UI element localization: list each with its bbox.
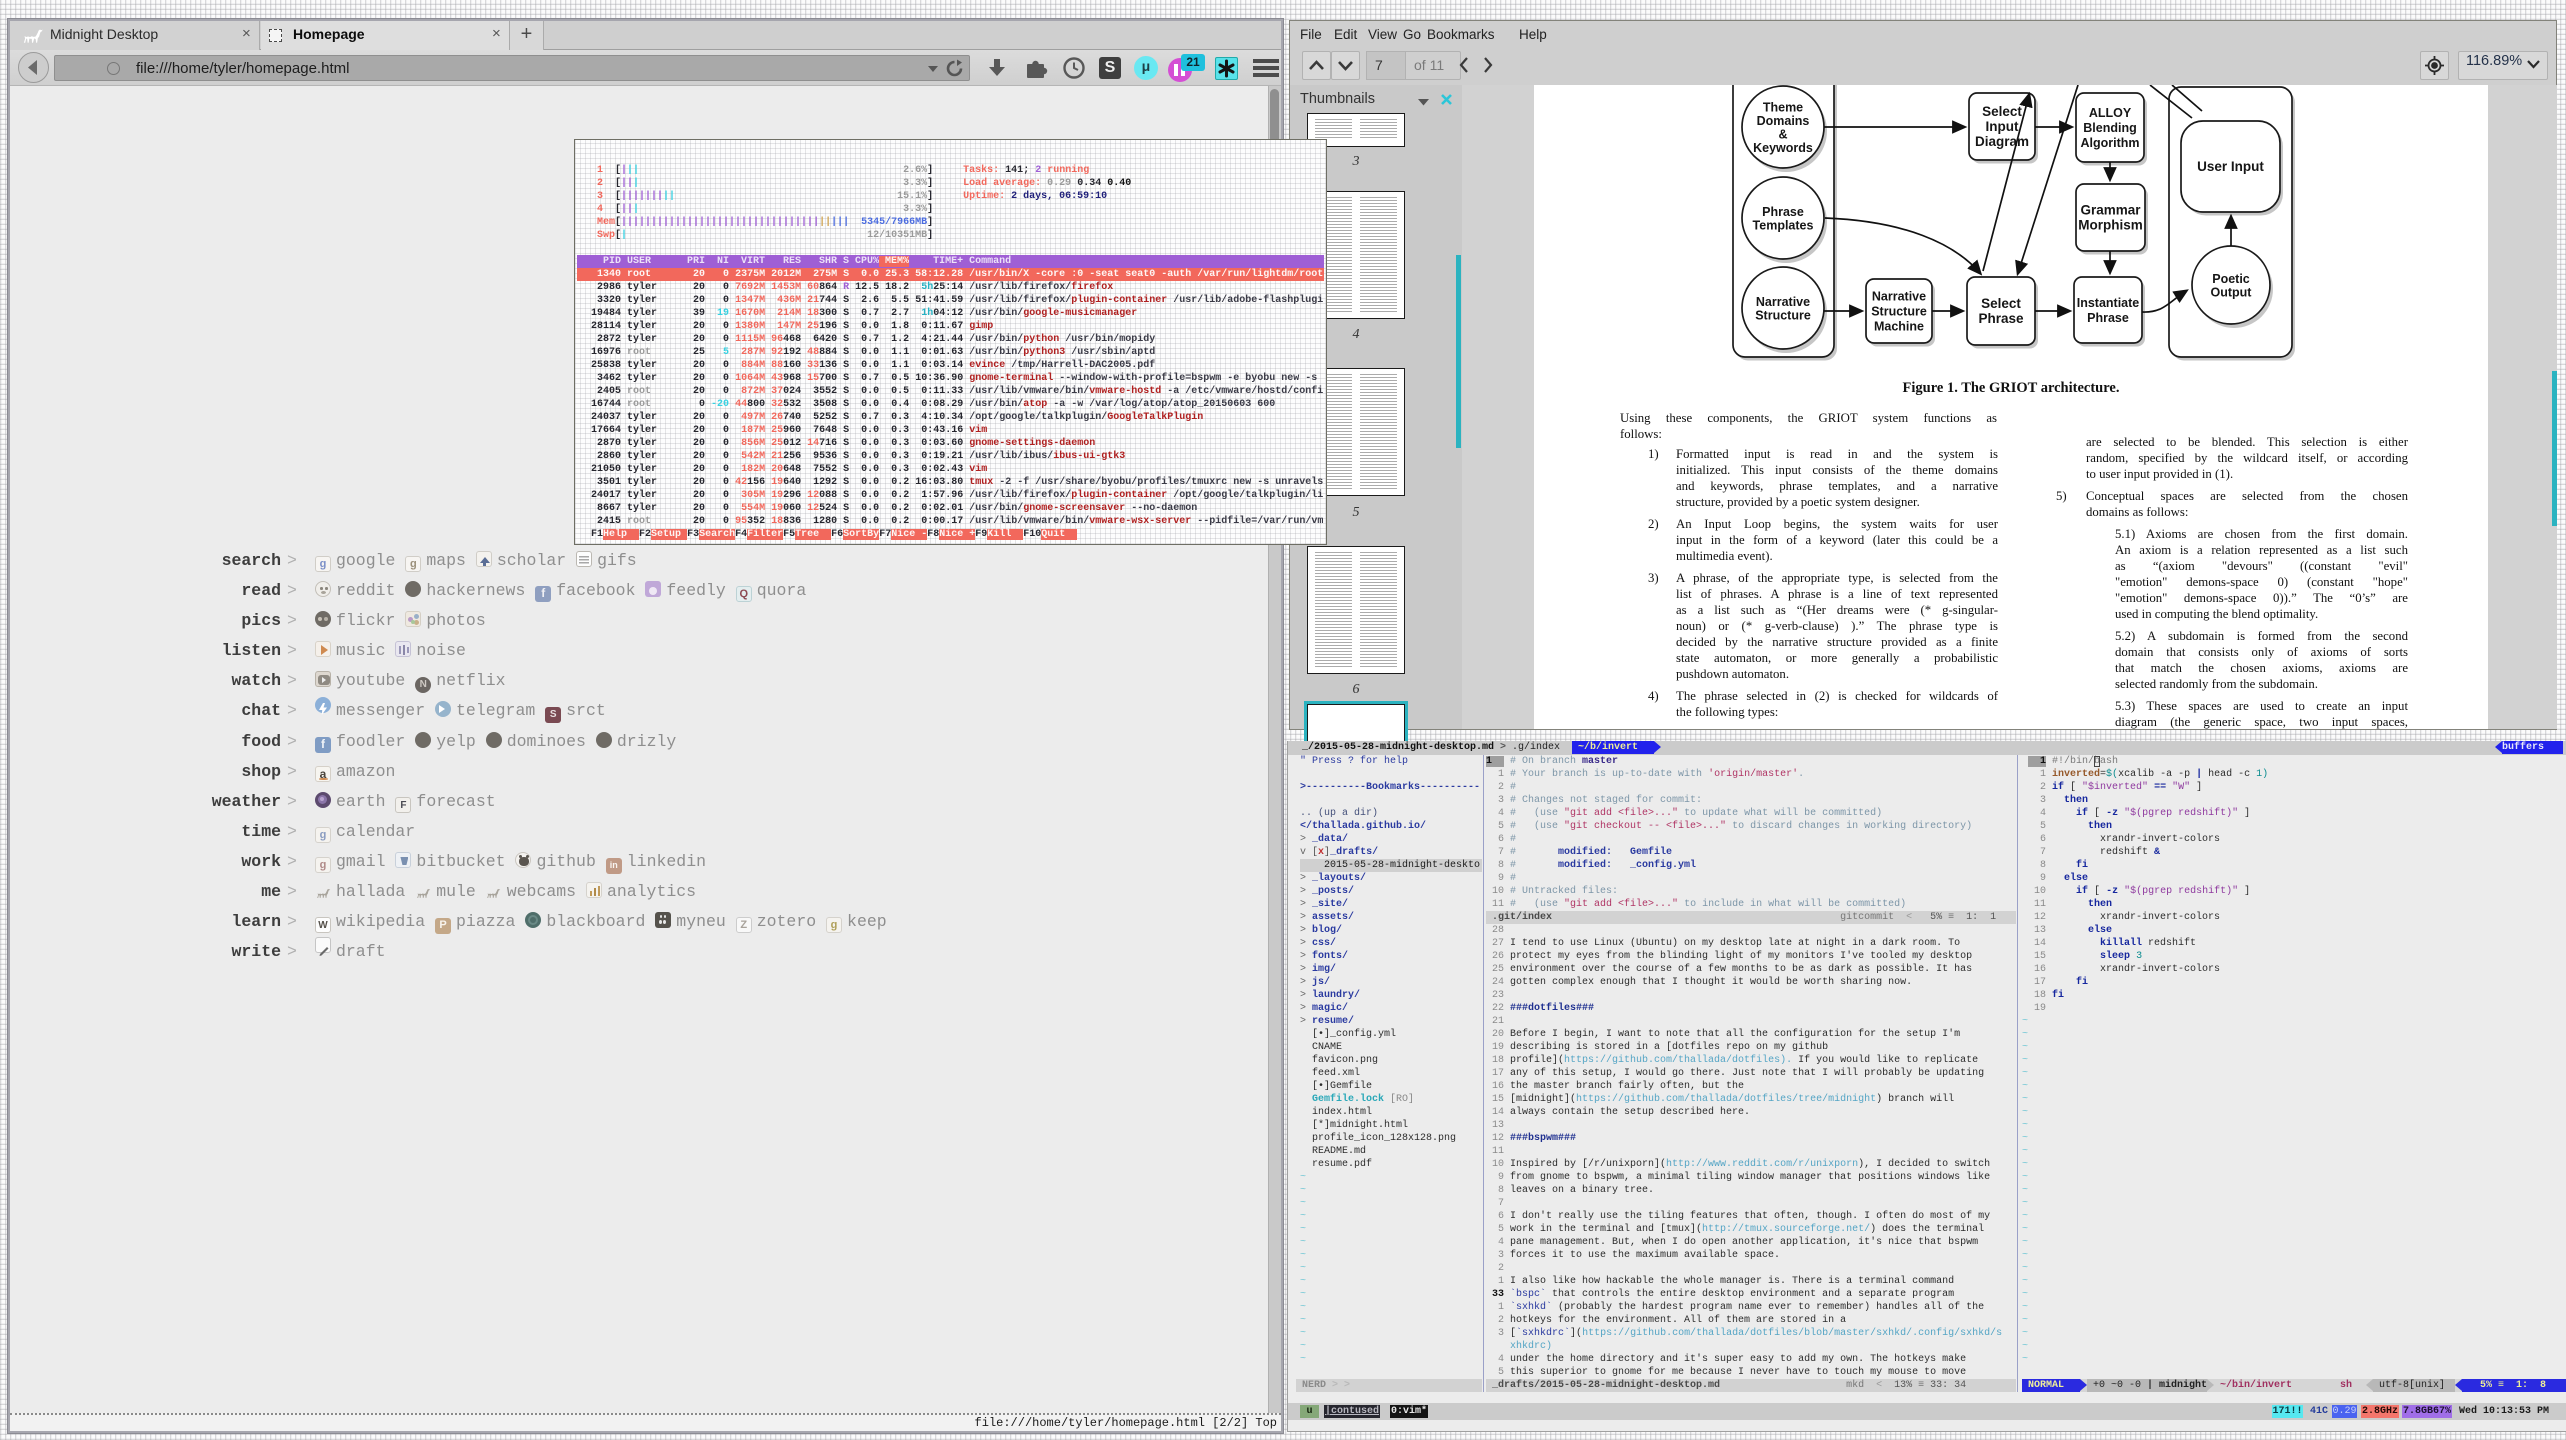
svg-text:Theme: Theme [1763,100,1803,114]
svg-text:User Input: User Input [2197,159,2264,174]
svg-text:Morphism: Morphism [2078,218,2143,233]
svg-text:Instantiate: Instantiate [2077,296,2140,310]
svg-text:Templates: Templates [1753,218,1814,232]
svg-text:Narrative: Narrative [1756,295,1810,309]
svg-text:Phrase: Phrase [2087,311,2129,325]
svg-text:Blending: Blending [2083,121,2136,135]
svg-text:Phrase: Phrase [1762,205,1804,219]
svg-text:ALLOY: ALLOY [2089,106,2132,120]
svg-text:Select: Select [1982,104,2022,119]
svg-text:Grammar: Grammar [2080,203,2141,218]
svg-text:Keywords: Keywords [1753,141,1813,155]
svg-text:Machine: Machine [1874,320,1924,334]
svg-text:Diagram: Diagram [1975,134,2029,149]
svg-text:Select: Select [1981,296,2021,311]
svg-text:Algorithm: Algorithm [2080,136,2139,150]
svg-text:Input: Input [1986,119,2019,134]
svg-text:Narrative: Narrative [1872,290,1926,304]
svg-text:Domains: Domains [1757,114,1810,128]
svg-text:Output: Output [2211,285,2253,299]
svg-text:&: & [1778,127,1787,141]
svg-text:Poetic: Poetic [2212,272,2250,286]
svg-text:Phrase: Phrase [1978,311,2024,326]
svg-text:Structure: Structure [1871,305,1927,319]
svg-text:Structure: Structure [1755,308,1811,322]
